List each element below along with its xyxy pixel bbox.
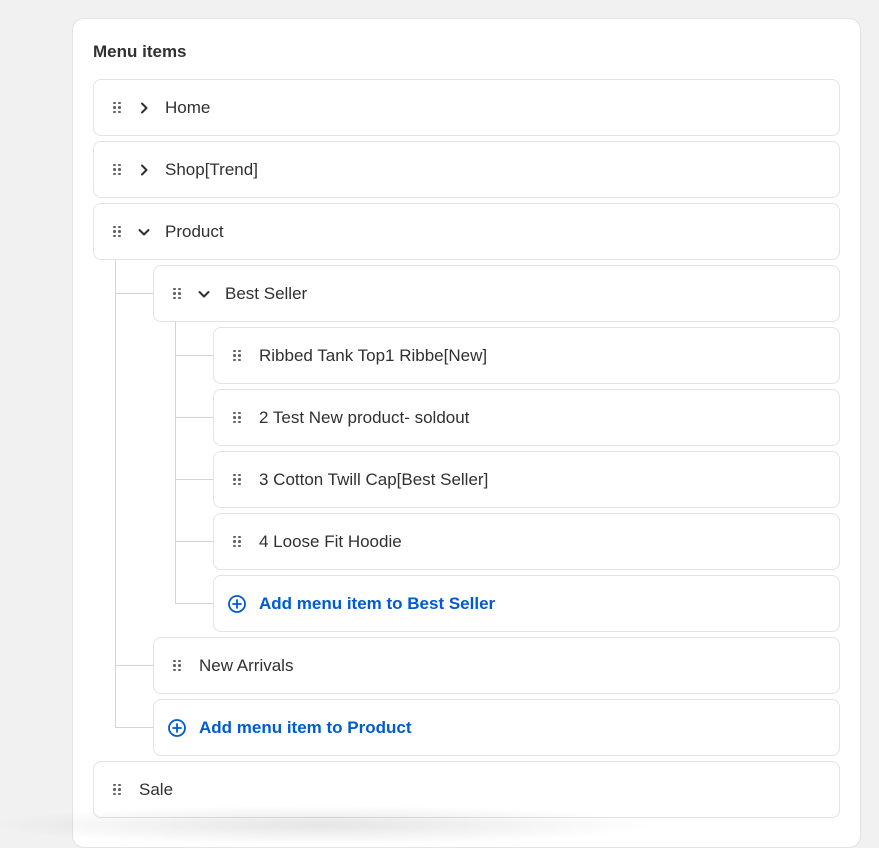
- menu-item-cotton-twill-cap[interactable]: 3 Cotton Twill Cap[Best Seller]: [213, 451, 840, 508]
- menu-item-label: Shop[Trend]: [165, 159, 258, 179]
- add-menu-item-best-seller-button[interactable]: Add menu item to Best Seller: [213, 575, 840, 632]
- tree-line-best-seller: [175, 322, 176, 604]
- menu-item-product[interactable]: Product: [93, 203, 840, 260]
- menu-item-new-arrivals[interactable]: New Arrivals: [153, 637, 840, 694]
- menu-item-test-new-product[interactable]: 2 Test New product- soldout: [213, 389, 840, 446]
- drag-handle-icon[interactable]: [233, 411, 241, 424]
- menu-item-label: 4 Loose Fit Hoodie: [259, 531, 402, 551]
- menu-item-ribbed-tank-top[interactable]: Ribbed Tank Top1 Ribbe[New]: [213, 327, 840, 384]
- menu-item-home[interactable]: Home: [93, 79, 840, 136]
- plus-circle-icon: [227, 594, 247, 614]
- menu-item-label: Sale: [139, 779, 174, 799]
- chevron-down-icon[interactable]: [196, 286, 212, 302]
- menu-item-label: Product: [165, 221, 224, 241]
- drag-handle-icon[interactable]: [113, 101, 121, 114]
- menu-item-sale[interactable]: Sale: [93, 761, 840, 818]
- tree-branch-add-best-seller: [175, 603, 213, 604]
- tree-line-product: [115, 260, 116, 728]
- drag-handle-icon[interactable]: [113, 163, 121, 176]
- plus-circle-icon: [167, 718, 187, 738]
- menu-item-label: Home: [165, 97, 211, 117]
- card-title: Menu items: [93, 42, 187, 61]
- drag-handle-icon[interactable]: [173, 287, 181, 300]
- chevron-right-icon[interactable]: [136, 162, 152, 178]
- chevron-right-icon[interactable]: [136, 100, 152, 116]
- add-menu-item-label: Add menu item to Best Seller: [259, 593, 496, 613]
- menu-item-best-seller[interactable]: Best Seller: [153, 265, 840, 322]
- drag-handle-icon[interactable]: [173, 659, 181, 672]
- drag-handle-icon[interactable]: [113, 783, 121, 796]
- menu-item-label: New Arrivals: [199, 655, 294, 675]
- tree-branch-item-1: [175, 355, 213, 356]
- menu-item-label: Best Seller: [225, 283, 308, 303]
- tree-branch-item-3: [175, 479, 213, 480]
- menu-item-label: 2 Test New product- soldout: [259, 407, 470, 427]
- chevron-down-icon[interactable]: [136, 224, 152, 240]
- add-menu-item-label: Add menu item to Product: [199, 717, 412, 737]
- menu-item-label: Ribbed Tank Top1 Ribbe[New]: [259, 345, 488, 365]
- tree-branch-add-product: [115, 727, 153, 728]
- tree-branch-item-4: [175, 541, 213, 542]
- drag-handle-icon[interactable]: [233, 349, 241, 362]
- drag-handle-icon[interactable]: [233, 535, 241, 548]
- tree-branch-best-seller: [115, 293, 153, 294]
- tree-branch-new-arrivals: [115, 665, 153, 666]
- menu-item-loose-fit-hoodie[interactable]: 4 Loose Fit Hoodie: [213, 513, 840, 570]
- menu-item-label: 3 Cotton Twill Cap[Best Seller]: [259, 469, 489, 489]
- tree-branch-item-2: [175, 417, 213, 418]
- drag-handle-icon[interactable]: [233, 473, 241, 486]
- menu-item-shop-trend[interactable]: Shop[Trend]: [93, 141, 840, 198]
- add-menu-item-product-button[interactable]: Add menu item to Product: [153, 699, 840, 756]
- drag-handle-icon[interactable]: [113, 225, 121, 238]
